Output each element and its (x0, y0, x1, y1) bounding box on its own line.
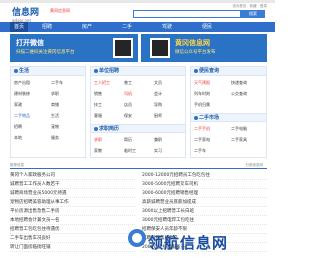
job-link[interactable]: 兼职 (154, 137, 162, 143)
list-item[interactable]: 转让门面房临街旺铺 (10, 243, 135, 252)
watermark-logo-icon (128, 229, 146, 247)
banner-subtitle: 微信公众号平台发布 (175, 50, 216, 55)
list-item[interactable]: 宠物店招聘美容助理从事工作 (10, 198, 135, 207)
job-link[interactable]: 普工 (124, 80, 132, 86)
page: 信息网 gdaor.net 黄冈信息网 设为首页 · 收藏 · 登录 搜索 首页 … (0, 0, 275, 262)
life-link[interactable]: 商铺 (51, 102, 59, 108)
list-item[interactable]: 3000-6000元招聘销售经理 (142, 189, 267, 198)
job-link[interactable]: 店员 (124, 102, 132, 108)
life-link[interactable]: 建材装修 (14, 91, 30, 97)
top-links[interactable]: 设为首页 · 收藏 · 登录 (232, 4, 267, 9)
job-link[interactable]: 技工 (94, 102, 102, 108)
life-link[interactable]: 招聘 (14, 124, 22, 130)
service-link[interactable]: 天气预报 (194, 80, 210, 86)
life-link[interactable]: 宠物 (51, 124, 59, 130)
site-logo[interactable]: 信息网 gdaor.net (12, 5, 39, 23)
bullet-icon (14, 69, 18, 73)
service-link[interactable]: 二手电脑 (231, 126, 247, 132)
banner-title: 黄冈信息网 (175, 39, 210, 47)
job-link[interactable]: 销售 (94, 91, 102, 97)
list-item[interactable]: 诚聘普工工作员人数若干 (10, 180, 135, 189)
service-link[interactable]: 公交查询 (231, 91, 247, 97)
qr-code-icon (150, 38, 170, 58)
list-item[interactable]: 本地招聘会计兼文员一名 (10, 216, 135, 225)
watermark-text: 领航信息网 (148, 234, 229, 252)
job-link[interactable]: 实习 (154, 148, 162, 154)
life-link[interactable]: 生活 (51, 113, 59, 119)
qr-code-icon (113, 38, 133, 58)
job-link[interactable]: 司机 (124, 91, 132, 97)
job-link[interactable]: 保安 (124, 113, 132, 119)
nav-item-jobs[interactable]: 招聘 (42, 22, 52, 32)
nav-item-driving[interactable]: 驾驶 (162, 22, 172, 32)
service-link[interactable]: 二手车 (194, 148, 206, 154)
nav-item-secondhand[interactable]: 二手 (122, 22, 132, 32)
life-panel: 生活 房产出租 二手车 建材装修 求职 家政 商铺 二手物品 生活 招聘 宠物 … (10, 66, 86, 158)
job-link[interactable]: 客服 (94, 113, 102, 119)
list-item[interactable]: 黄冈个人家政服务公司 (10, 171, 135, 180)
job-link[interactable]: 会计 (154, 91, 162, 97)
jobs-panel: 单位招聘 工人招工 普工 文员 销售 司机 会计 技工 店员 导购 客服 保安 … (90, 66, 186, 158)
logo-text: 信息网 (12, 8, 40, 18)
life-link[interactable]: 房产出租 (14, 80, 30, 86)
panel-subtitle: 二手市场 (191, 113, 266, 122)
panel-subtitle: 求职简历 (91, 124, 185, 133)
list-item[interactable]: 招聘普工包吃包住待遇优 (10, 225, 135, 234)
list-item[interactable]: 二手车出售车况良好 (10, 234, 135, 243)
list-item[interactable]: 高薪诚聘营业员底薪加提成 (142, 198, 267, 207)
list-item[interactable]: 3000-5000元招聘叉车司机 (142, 180, 267, 189)
job-link[interactable]: 临时工 (124, 148, 136, 154)
city-name[interactable]: 黄冈信息网 (50, 8, 70, 14)
list-item[interactable]: 平价房源出售急售二手房 (10, 207, 135, 216)
job-link[interactable]: 简历 (124, 137, 132, 143)
job-link[interactable]: 厨师 (154, 113, 162, 119)
life-link[interactable]: 家政 (14, 102, 22, 108)
list-item[interactable]: 3000以上招聘普工长白班 (142, 207, 267, 216)
job-link[interactable]: 工人招工 (94, 80, 110, 86)
job-link[interactable]: 家教 (94, 148, 102, 154)
service-link[interactable]: 快递查询 (231, 80, 247, 86)
service-link[interactable]: 二手手机 (194, 126, 210, 132)
bullet-icon (194, 69, 198, 73)
job-link[interactable]: 文员 (154, 80, 162, 86)
service-panel: 便民查询 天气预报 快递查询 列车时刻 公交查询 手机归属 二手市场 二手手机 … (190, 66, 267, 158)
panel-title: 单位招聘 (91, 67, 185, 76)
search-input[interactable] (133, 10, 241, 18)
nav-item-home[interactable]: 首页 (10, 22, 29, 32)
panel-title: 便民查询 (191, 67, 266, 76)
wechat-banner[interactable]: 打开微信 扫描二维码关注黄冈信息平台 (10, 34, 138, 62)
service-link[interactable]: 列车时刻 (194, 91, 210, 97)
list-item[interactable]: 3000元招聘电焊工包吃住 (142, 216, 267, 225)
panel-title: 生活 (11, 67, 85, 76)
service-link[interactable]: 二手家具 (231, 137, 247, 143)
search-button[interactable]: 搜索 (241, 10, 265, 18)
brand-banner[interactable]: 黄冈信息网 微信公众号平台发布 (141, 34, 267, 62)
bullet-icon (94, 127, 98, 131)
list-item[interactable]: 诚聘商场营业员5000元待遇 (10, 189, 135, 198)
life-link[interactable]: 二手物品 (14, 113, 30, 119)
section-breadcrumb: 推荐信息 分类信息网 (10, 161, 267, 169)
top-bar (0, 0, 275, 3)
left-listing: 黄冈个人家政服务公司 诚聘普工工作员人数若干 诚聘商场营业员5000元待遇 宠物… (10, 171, 135, 252)
bullet-icon (194, 116, 198, 120)
life-link[interactable]: 本地 (14, 135, 22, 141)
life-link[interactable]: 求职 (51, 91, 59, 97)
main-nav: 首页 招聘 房产 二手 驾驶 便民 (0, 22, 275, 32)
job-link[interactable]: 导购 (154, 102, 162, 108)
list-item[interactable]: 2000-12000元招聘员工包吃包住 (142, 171, 267, 180)
nav-item-service[interactable]: 便民 (202, 22, 212, 32)
nav-item-house[interactable]: 房产 (82, 22, 92, 32)
job-link[interactable]: 求职 (94, 137, 102, 143)
banner-title: 打开微信 (16, 39, 44, 47)
service-link[interactable]: 手机归属 (194, 102, 210, 108)
life-link[interactable]: 服务 (51, 135, 59, 141)
bullet-icon (94, 69, 98, 73)
life-link[interactable]: 二手车 (51, 80, 63, 86)
banner-subtitle: 扫描二维码关注黄冈信息平台 (16, 50, 75, 55)
service-link[interactable]: 二手家电 (194, 137, 210, 143)
